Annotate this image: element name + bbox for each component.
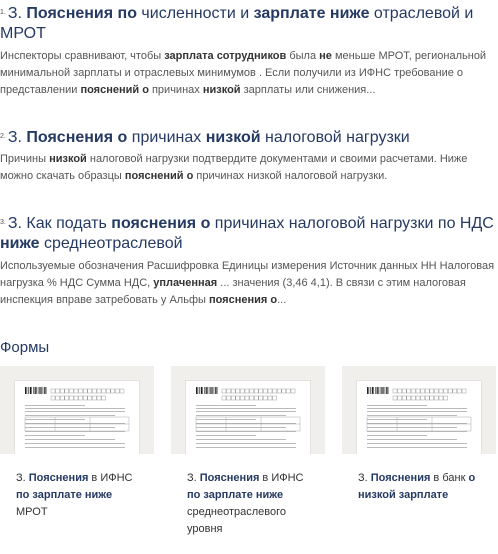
highlighted-term: по зарплате ниже <box>187 489 284 501</box>
result-number: 1. <box>0 9 6 16</box>
result-snippet: Инспекторы сравнивают, чтобы зарплата со… <box>0 48 498 99</box>
forms-cards: З. Пояснения в ИФНС по зарплате ниже МРО… <box>0 366 498 554</box>
document-preview-icon <box>14 380 140 456</box>
text-segment: зарплаты или снижения... <box>240 84 376 97</box>
form-card[interactable]: З. Пояснения в ИФНС по зарплате ниже МРО… <box>0 366 154 554</box>
text-segment: Инспекторы сравнивают, чтобы <box>0 50 165 63</box>
highlighted-term: по зарплате ниже <box>16 489 113 501</box>
highlighted-term: уплаченная <box>153 277 218 290</box>
form-page-graphic <box>366 387 472 448</box>
text-segment: численности и <box>136 5 254 23</box>
result-snippet: Причины низкой налоговой нагрузки подтве… <box>0 151 498 185</box>
highlighted-term: пояснений о <box>80 84 149 97</box>
text-segment: причинах налоговой нагрузки по НДС <box>210 215 494 233</box>
text-segment: в ИФНС <box>259 472 304 484</box>
form-card-label: З. Пояснения в банк о низкой зарплате <box>342 454 496 554</box>
text-segment: причинах низкой налоговой нагрузки. <box>193 170 388 183</box>
result-number: 3. <box>0 219 6 226</box>
highlighted-term: низкой <box>202 84 241 97</box>
text-segment: Как подать <box>26 215 112 233</box>
text-segment: МРОТ <box>16 506 48 518</box>
result-title-link[interactable]: 2. З. Пояснения о причинах низкой налогов… <box>0 128 498 148</box>
document-preview-icon <box>185 380 311 456</box>
text-segment: З. <box>7 215 27 233</box>
highlighted-term: пояснения о <box>208 294 278 307</box>
text-segment: ... <box>277 294 287 307</box>
text-segment: в ИФНС <box>88 472 133 484</box>
forms-heading: Формы <box>0 339 50 356</box>
text-segment: налоговой нагрузки <box>260 129 410 147</box>
highlighted-term: ниже <box>0 235 40 253</box>
highlighted-term: зарплата сотрудников <box>164 50 287 63</box>
form-card-label: З. Пояснения в ИФНС по зарплате ниже МРО… <box>0 454 154 554</box>
form-card[interactable]: З. Пояснения в банк о низкой зарплате <box>342 366 496 554</box>
result-snippet: Используемые обозначения Расшифровка Еди… <box>0 258 498 309</box>
search-result: 3. З. Как подать пояснения о причинах нал… <box>0 214 498 309</box>
result-title-link[interactable]: 1. З. Пояснения по численности и зарплате… <box>0 4 498 44</box>
text-segment: Причины <box>0 153 50 166</box>
text-segment: З. <box>16 472 29 484</box>
form-thumbnail <box>171 366 325 456</box>
highlighted-term: Пояснения по <box>26 5 137 23</box>
text-segment: З. <box>358 472 371 484</box>
text-segment: З. <box>7 129 27 147</box>
form-card-label: З. Пояснения в ИФНС по зарплате ниже сре… <box>171 454 325 554</box>
highlighted-term: зарплате ниже <box>253 5 370 23</box>
form-page-graphic <box>24 387 130 448</box>
document-preview-icon <box>356 380 482 456</box>
highlighted-term: Пояснения <box>28 472 89 484</box>
highlighted-term: пояснений о <box>124 170 194 183</box>
text-segment: среднеотраслевого уровня <box>187 506 287 535</box>
text-segment: в банк <box>430 472 469 484</box>
form-page-graphic <box>195 387 301 448</box>
text-segment: З. <box>7 5 27 23</box>
text-segment: причинах <box>127 129 206 147</box>
search-result: 2. З. Пояснения о причинах низкой налогов… <box>0 128 498 185</box>
text-segment: З. <box>187 472 200 484</box>
form-thumbnail <box>0 366 154 456</box>
highlighted-term: Пояснения о <box>26 129 128 147</box>
result-title-link[interactable]: 3. З. Как подать пояснения о причинах нал… <box>0 214 498 254</box>
text-segment: причинах <box>148 84 203 97</box>
highlighted-term: не <box>319 50 332 63</box>
text-segment: среднеотраслевой <box>39 235 183 253</box>
search-result: 1. З. Пояснения по численности и зарплате… <box>0 4 498 99</box>
form-card[interactable]: З. Пояснения в ИФНС по зарплате ниже сре… <box>171 366 325 554</box>
result-number: 2. <box>0 133 6 140</box>
highlighted-term: пояснения о <box>111 215 211 233</box>
highlighted-term: низкой <box>205 129 261 147</box>
highlighted-term: низкой <box>49 153 87 166</box>
form-thumbnail <box>342 366 496 456</box>
text-segment: была <box>286 50 320 63</box>
highlighted-term: Пояснения <box>370 472 431 484</box>
highlighted-term: Пояснения <box>199 472 260 484</box>
